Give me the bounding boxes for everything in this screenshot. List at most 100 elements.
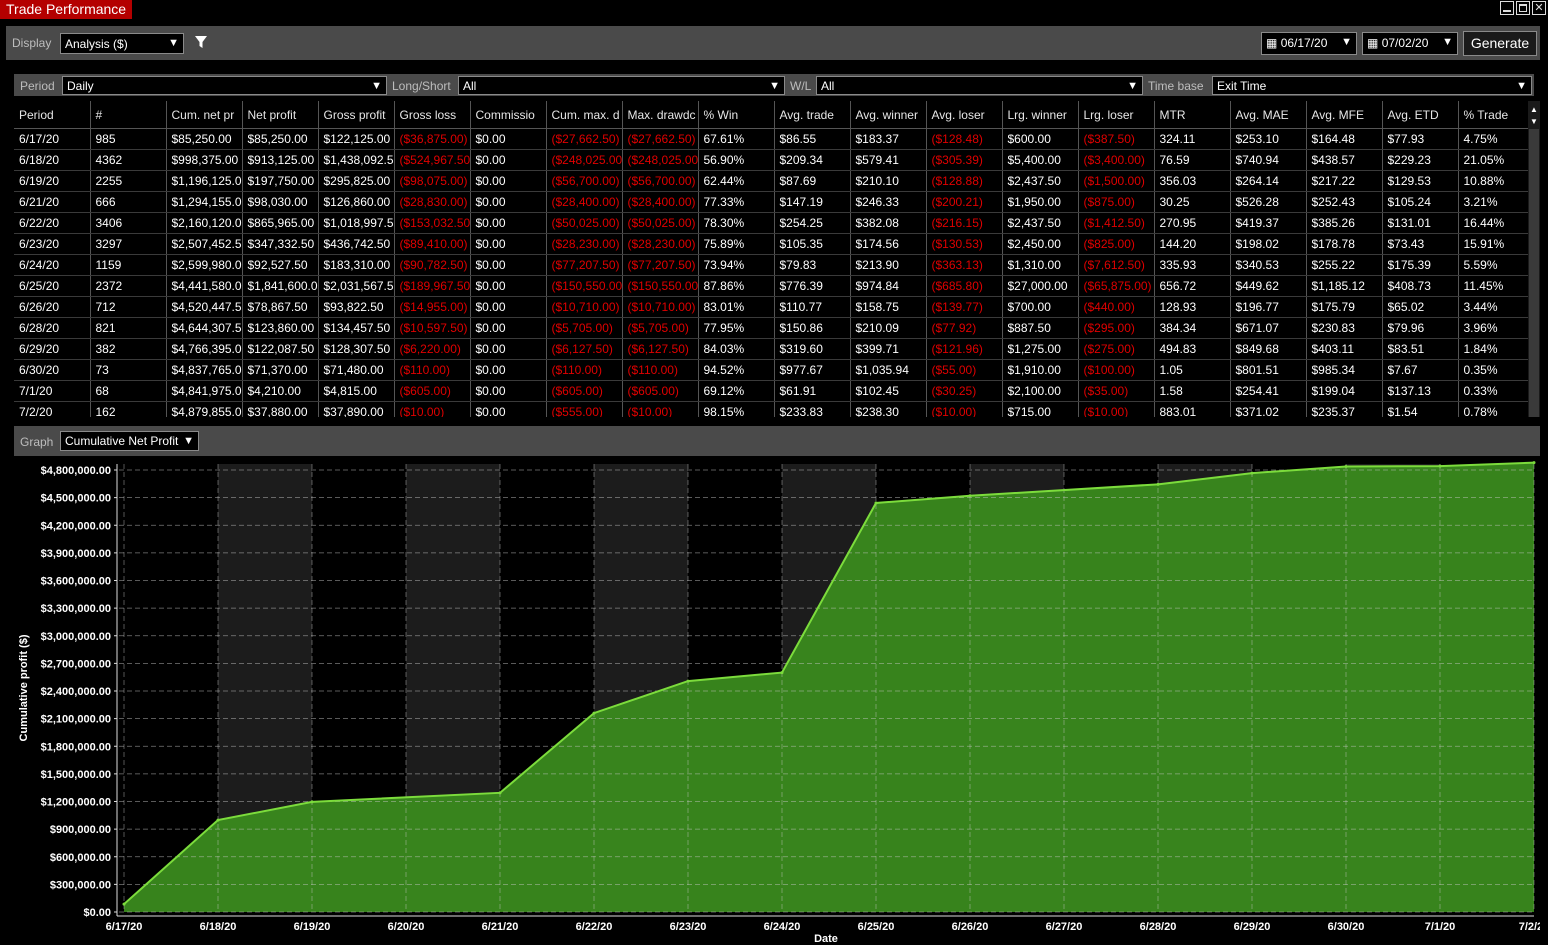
table-cell: $0.00 bbox=[470, 359, 547, 381]
longshort-label: Long/Short bbox=[392, 79, 451, 93]
table-row[interactable]: 6/22/20 3406 $2,160,120.00 $865,965.00 $1,01… bbox=[14, 212, 1528, 234]
maximize-icon[interactable] bbox=[1516, 1, 1530, 15]
table-cell: $147.19 bbox=[774, 191, 851, 213]
cumulative-net-profit-chart: $0.00 $300,000.00 $600,000.00 $900,000.00 $1… bbox=[14, 456, 1548, 945]
column-header[interactable]: Gross loss bbox=[394, 101, 471, 129]
table-cell: ($110.00) bbox=[546, 359, 623, 381]
table-cell: 356.03 bbox=[1154, 170, 1231, 192]
table-cell: $102.45 bbox=[850, 380, 927, 402]
table-cell: ($130.53) bbox=[926, 233, 1003, 255]
column-header[interactable]: % Trade bbox=[1458, 101, 1528, 129]
column-header[interactable]: Avg. ETD bbox=[1382, 101, 1459, 129]
display-select[interactable]: Analysis ($) ▼ bbox=[60, 33, 184, 54]
minimize-icon[interactable] bbox=[1500, 1, 1514, 15]
table-row[interactable]: 6/24/20 1159 $2,599,980.00 $92,527.50 $183,3… bbox=[14, 254, 1528, 276]
column-header[interactable]: Avg. MAE bbox=[1230, 101, 1307, 129]
column-header[interactable]: Avg. trade bbox=[774, 101, 851, 129]
scrollbar-thumb[interactable] bbox=[1529, 129, 1539, 417]
scroll-down-icon[interactable]: ▼ bbox=[1530, 117, 1538, 126]
table-cell: ($5,705.00) bbox=[546, 317, 623, 339]
window-title[interactable]: Trade Performance bbox=[0, 0, 133, 19]
table-row[interactable]: 6/30/20 73 $4,837,765.00 $71,370.00 $71,480.… bbox=[14, 359, 1528, 381]
filter-icon[interactable] bbox=[194, 35, 208, 50]
column-header[interactable]: Max. drawdc bbox=[622, 101, 699, 129]
data-point bbox=[780, 671, 784, 675]
y-tick-label: $600,000.00 bbox=[50, 852, 111, 864]
table-cell: $254.25 bbox=[774, 212, 851, 234]
table-cell: $110.77 bbox=[774, 296, 851, 318]
data-point bbox=[874, 501, 878, 505]
data-point bbox=[1250, 471, 1254, 475]
table-row[interactable]: 7/2/20 162 $4,879,855.00 $37,880.00 $37,890.… bbox=[14, 401, 1528, 417]
table-cell: $0.00 bbox=[470, 275, 547, 297]
table-cell: $73.43 bbox=[1382, 233, 1459, 255]
table-cell: $371.02 bbox=[1230, 401, 1307, 417]
column-header[interactable]: Cum. net pr bbox=[166, 101, 243, 129]
wl-select[interactable]: All ▼ bbox=[816, 76, 1143, 95]
table-cell: $2,160,120.00 bbox=[166, 212, 243, 234]
table-cell: 67.61% bbox=[698, 128, 775, 150]
table-row[interactable]: 6/19/20 2255 $1,196,125.00 $197,750.00 $295,… bbox=[14, 170, 1528, 192]
grid-scrollbar[interactable]: ▲ ▼ bbox=[1528, 101, 1540, 417]
table-cell: $849.68 bbox=[1230, 338, 1307, 360]
column-header[interactable]: Lrg. winner bbox=[1002, 101, 1079, 129]
column-header[interactable]: MTR bbox=[1154, 101, 1231, 129]
table-cell: $4,441,580.00 bbox=[166, 275, 243, 297]
timebase-value: Exit Time bbox=[1217, 79, 1267, 93]
x-tick-label: 6/26/20 bbox=[952, 921, 989, 933]
performance-grid: Period # Cum. net pr Net profit Gross profit… bbox=[14, 101, 1528, 417]
table-row[interactable]: 6/21/20 666 $1,294,155.00 $98,030.00 $126,86… bbox=[14, 191, 1528, 213]
column-header[interactable]: % Win bbox=[698, 101, 775, 129]
column-header[interactable]: Cum. max. d bbox=[546, 101, 623, 129]
table-cell: $164.48 bbox=[1306, 128, 1383, 150]
period-select[interactable]: Daily ▼ bbox=[62, 76, 387, 95]
table-row[interactable]: 6/26/20 712 $4,520,447.50 $78,867.50 $93,822… bbox=[14, 296, 1528, 318]
table-cell: $0.00 bbox=[470, 338, 547, 360]
table-row[interactable]: 6/23/20 3297 $2,507,452.50 $347,332.50 $436,… bbox=[14, 233, 1528, 255]
table-cell: $1,035.94 bbox=[850, 359, 927, 381]
column-header[interactable]: Lrg. loser bbox=[1078, 101, 1155, 129]
column-header[interactable]: Avg. MFE bbox=[1306, 101, 1383, 129]
table-cell: $213.90 bbox=[850, 254, 927, 276]
y-tick-label: $2,100,000.00 bbox=[41, 714, 111, 726]
table-cell: 56.90% bbox=[698, 149, 775, 171]
table-row[interactable]: 6/28/20 821 $4,644,307.50 $123,860.00 $134,4… bbox=[14, 317, 1528, 339]
longshort-select[interactable]: All ▼ bbox=[458, 76, 785, 95]
table-cell: ($275.00) bbox=[1078, 338, 1155, 360]
table-cell: $196.77 bbox=[1230, 296, 1307, 318]
table-cell: $740.94 bbox=[1230, 149, 1307, 171]
column-header[interactable]: Avg. winner bbox=[850, 101, 927, 129]
table-cell: ($10.00) bbox=[926, 401, 1003, 417]
date-from-select[interactable]: ▦ 06/17/20 ▼ bbox=[1261, 32, 1357, 55]
table-cell: $4,879,855.00 bbox=[166, 401, 243, 417]
table-cell: $0.00 bbox=[470, 149, 547, 171]
table-row[interactable]: 6/25/20 2372 $4,441,580.00 $1,841,600.00 $2,… bbox=[14, 275, 1528, 297]
table-cell: $93,822.50 bbox=[318, 296, 395, 318]
table-row[interactable]: 6/18/20 4362 $998,375.00 $913,125.00 $1,438,… bbox=[14, 149, 1528, 171]
close-icon[interactable]: ✕ bbox=[1532, 1, 1546, 15]
graph-select[interactable]: Cumulative Net Profit ▼ bbox=[60, 431, 199, 451]
table-cell: $1,275.00 bbox=[1002, 338, 1079, 360]
table-cell: $2,437.50 bbox=[1002, 170, 1079, 192]
table-cell: ($28,230.00) bbox=[546, 233, 623, 255]
table-cell: ($605.00) bbox=[394, 380, 471, 402]
column-header[interactable]: Period bbox=[14, 101, 91, 129]
column-header[interactable]: Net profit bbox=[242, 101, 319, 129]
table-row[interactable]: 7/1/20 68 $4,841,975.00 $4,210.00 $4,815.00(… bbox=[14, 380, 1528, 402]
x-tick-label: 6/17/20 bbox=[106, 921, 143, 933]
table-row[interactable]: 6/29/20 382 $4,766,395.00 $122,087.50 $128,3… bbox=[14, 338, 1528, 360]
table-cell: 5.59% bbox=[1458, 254, 1528, 276]
table-row[interactable]: 6/17/20 985 $85,250.00 $85,250.00 $122,125.0… bbox=[14, 128, 1528, 150]
data-point bbox=[1532, 461, 1536, 465]
date-to-select[interactable]: ▦ 07/02/20 ▼ bbox=[1362, 32, 1458, 55]
table-cell: 16.44% bbox=[1458, 212, 1528, 234]
column-header[interactable]: # bbox=[90, 101, 167, 129]
table-cell: ($77.92) bbox=[926, 317, 1003, 339]
scroll-up-icon[interactable]: ▲ bbox=[1530, 105, 1538, 114]
generate-button[interactable]: Generate bbox=[1463, 31, 1537, 56]
column-header[interactable]: Gross profit bbox=[318, 101, 395, 129]
column-header[interactable]: Avg. loser bbox=[926, 101, 1003, 129]
timebase-select[interactable]: Exit Time ▼ bbox=[1212, 76, 1532, 95]
column-header[interactable]: Commissio bbox=[470, 101, 547, 129]
table-cell: ($10,597.50) bbox=[394, 317, 471, 339]
